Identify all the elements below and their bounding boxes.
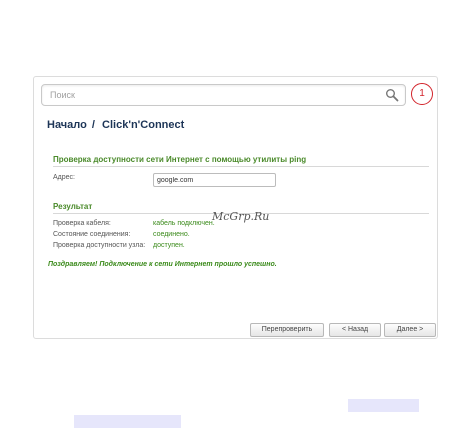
breadcrumb-separator: / [91, 119, 95, 131]
ping-section-title: Проверка доступности сети Интернет с пом… [53, 155, 307, 164]
ping-section-divider [53, 166, 429, 167]
blurred-bar-left [74, 415, 181, 428]
router-settings-panel: 1 Начало / Click'n'Connect Проверка дост… [33, 76, 438, 339]
search-box[interactable] [41, 84, 406, 106]
host-check-label: Проверка доступности узла: [53, 242, 146, 249]
cable-check-label: Проверка кабеля: [53, 220, 111, 227]
connection-state-value: соединено. [153, 231, 190, 238]
address-label: Адрес: [53, 174, 75, 181]
cable-check-value: кабель подключен. [153, 220, 215, 227]
host-check-value: доступен. [153, 242, 185, 249]
success-message: Поздравляем! Подключение к сети Интернет… [48, 261, 277, 268]
callout-marker: 1 [411, 83, 433, 105]
search-input[interactable] [50, 88, 370, 102]
search-icon[interactable] [385, 88, 399, 102]
watermark: McGrp.Ru [212, 210, 270, 223]
breadcrumb-current: Click'n'Connect [102, 119, 185, 131]
blurred-bar-right [348, 399, 419, 412]
recheck-button[interactable]: Перепроверить [250, 323, 324, 337]
connection-state-label: Состояние соединения: [53, 231, 131, 238]
breadcrumb-home[interactable]: Начало [47, 119, 87, 131]
result-section-title: Результат [53, 202, 93, 211]
next-button[interactable]: Далее > [384, 323, 436, 337]
breadcrumb: Начало / Click'n'Connect [47, 119, 184, 131]
back-button[interactable]: < Назад [329, 323, 381, 337]
address-field[interactable] [153, 173, 276, 187]
